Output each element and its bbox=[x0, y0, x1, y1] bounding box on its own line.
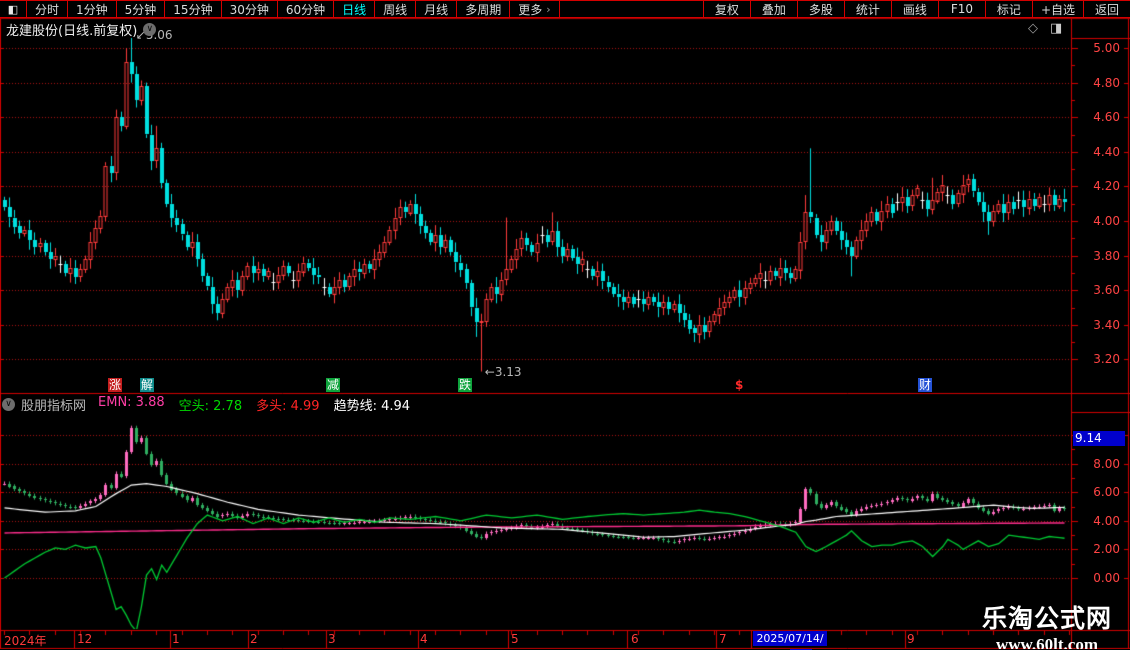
period-item-分时[interactable]: 分时 bbox=[27, 1, 69, 17]
stock-title: 龙建股份(日线.前复权) bbox=[6, 23, 138, 39]
indicator-axis-label: 2.00 bbox=[1093, 542, 1120, 557]
tool-item-叠加[interactable]: 叠加 bbox=[749, 1, 797, 17]
time-axis-label: 6 bbox=[631, 632, 639, 646]
watermark: 乐淘公式网 www.60lt.com bbox=[982, 599, 1112, 650]
price-axis-label: 3.20 bbox=[1093, 352, 1120, 367]
period-item-60分钟[interactable]: 60分钟 bbox=[278, 1, 335, 17]
app-window: ◧ 分时 1分钟 5分钟 15分钟 30分钟 60分钟 日线 周线 月线 多周期 更多 › 复权 叠加多… bbox=[0, 0, 1130, 650]
more-arrow-icon: › bbox=[546, 2, 551, 16]
watermark-site-url: www.60lt.com bbox=[996, 635, 1098, 650]
event-badge-涨[interactable]: 涨 bbox=[108, 378, 123, 392]
chevron-down-icon[interactable]: ∨ bbox=[143, 22, 157, 36]
low-price-annotation: ←3.13 bbox=[484, 364, 522, 379]
top-toolbar: ◧ 分时 1分钟 5分钟 15分钟 30分钟 60分钟 日线 周线 月线 多周期 更多 › 复权 叠加多… bbox=[0, 0, 1130, 18]
time-axis-label: 2024年 bbox=[4, 634, 47, 648]
event-badge-解[interactable]: 解 bbox=[140, 378, 155, 392]
tool-item-F10[interactable]: F10 bbox=[937, 1, 985, 17]
time-axis-label: 12 bbox=[77, 632, 93, 646]
chevron-down-icon[interactable]: ∨ bbox=[2, 397, 15, 411]
indicator-field: EMN: 3.88 bbox=[98, 394, 165, 410]
time-axis-label: 2 bbox=[250, 632, 258, 646]
indicator-header: ∨ 股朋指标网 EMN: 3.88 空头: 2.78 多头: 4.99 趋势线: 4.… bbox=[2, 395, 424, 414]
time-axis-label: 1 bbox=[172, 632, 180, 646]
event-badge-跌[interactable]: 跌 bbox=[458, 378, 473, 392]
indicator-field: 空头: 2.78 bbox=[178, 398, 243, 414]
time-axis-label: 3 bbox=[328, 632, 336, 646]
diamond-icon[interactable]: ◇ bbox=[1028, 21, 1038, 36]
indicator-field: 多头: 4.99 bbox=[256, 398, 320, 414]
tool-item-复权[interactable]: 复权 bbox=[702, 1, 750, 17]
time-axis[interactable]: 2024年12123456792025/07/14/— bbox=[0, 630, 1130, 650]
indicator-axis-label: 6.00 bbox=[1093, 485, 1120, 500]
time-axis-label: 9 bbox=[907, 632, 915, 646]
tool-item-统计[interactable]: 统计 bbox=[843, 1, 891, 17]
indicator-axis-label: 8.00 bbox=[1093, 456, 1120, 471]
selected-date-label: 2025/07/14/— bbox=[753, 631, 827, 650]
tool-item-返回[interactable]: 返回 bbox=[1083, 1, 1130, 17]
price-axis-label: 4.60 bbox=[1093, 110, 1120, 125]
indicator-field: 趋势线: 4.94 bbox=[333, 398, 411, 414]
period-item-多周期[interactable]: 多周期 bbox=[457, 1, 511, 17]
price-axis-label: 4.20 bbox=[1093, 179, 1120, 194]
price-chart-canvas[interactable] bbox=[0, 0, 1130, 650]
tool-item-画线[interactable]: 画线 bbox=[890, 1, 938, 17]
event-badge-减[interactable]: 减 bbox=[326, 378, 341, 392]
time-axis-label: 4 bbox=[420, 632, 428, 646]
indicator-values: EMN: 3.88 空头: 2.78 多头: 4.99 趋势线: 4.94 bbox=[98, 395, 424, 414]
tool-item-多股[interactable]: 多股 bbox=[796, 1, 844, 17]
stock-title-bar[interactable]: 龙建股份(日线.前复权) ∨ bbox=[6, 20, 157, 39]
period-item-日线[interactable]: 日线 bbox=[334, 1, 376, 17]
layout-split-icon: ◧ bbox=[7, 2, 19, 16]
indicator-max-marker: 9.14 bbox=[1073, 431, 1125, 446]
indicator-name[interactable]: 股朋指标网 bbox=[21, 395, 86, 414]
time-axis-label: 5 bbox=[511, 632, 519, 646]
price-axis-label: 4.00 bbox=[1093, 214, 1120, 228]
period-item-月线[interactable]: 月线 bbox=[416, 1, 458, 17]
tool-item-标记[interactable]: 标记 bbox=[984, 1, 1032, 17]
price-axis-label: 5.00 bbox=[1093, 41, 1120, 55]
indicator-axis-label: 0.00 bbox=[1093, 571, 1120, 585]
event-badge-财[interactable]: 财 bbox=[918, 378, 933, 392]
indicator-axis-label: 4.00 bbox=[1093, 513, 1120, 528]
period-item-1分钟[interactable]: 1分钟 bbox=[68, 1, 117, 17]
price-axis-label: 4.40 bbox=[1093, 144, 1120, 159]
watermark-site-name: 乐淘公式网 bbox=[981, 604, 1112, 633]
period-item-30分钟[interactable]: 30分钟 bbox=[222, 1, 278, 17]
event-badge-$[interactable]: $ bbox=[734, 378, 744, 392]
time-axis-label: 7 bbox=[719, 632, 727, 646]
period-item-5分钟[interactable]: 5分钟 bbox=[117, 1, 166, 17]
layout-toggle-button[interactable]: ◧ bbox=[0, 1, 27, 17]
tools-menu: 复权 叠加 多股 统计 画线 F10 标记 +自选 返回 bbox=[702, 1, 1130, 17]
period-item-15分钟[interactable]: 15分钟 bbox=[165, 1, 222, 17]
period-menu: 分时 1分钟 5分钟 15分钟 30分钟 60分钟 日线 周线 月线 多周期 更多 › bbox=[27, 1, 560, 17]
panel-layout-icon[interactable]: ◨ bbox=[1050, 21, 1062, 36]
tool-item-+自选[interactable]: +自选 bbox=[1031, 1, 1083, 17]
price-axis-label: 3.60 bbox=[1093, 283, 1120, 298]
price-axis-label: 4.80 bbox=[1093, 75, 1120, 90]
price-axis-label: 3.40 bbox=[1093, 317, 1120, 332]
price-axis-label: 3.80 bbox=[1093, 248, 1120, 263]
period-item-周线[interactable]: 周线 bbox=[375, 1, 417, 17]
period-item-更多[interactable]: 更多 › bbox=[510, 1, 560, 17]
